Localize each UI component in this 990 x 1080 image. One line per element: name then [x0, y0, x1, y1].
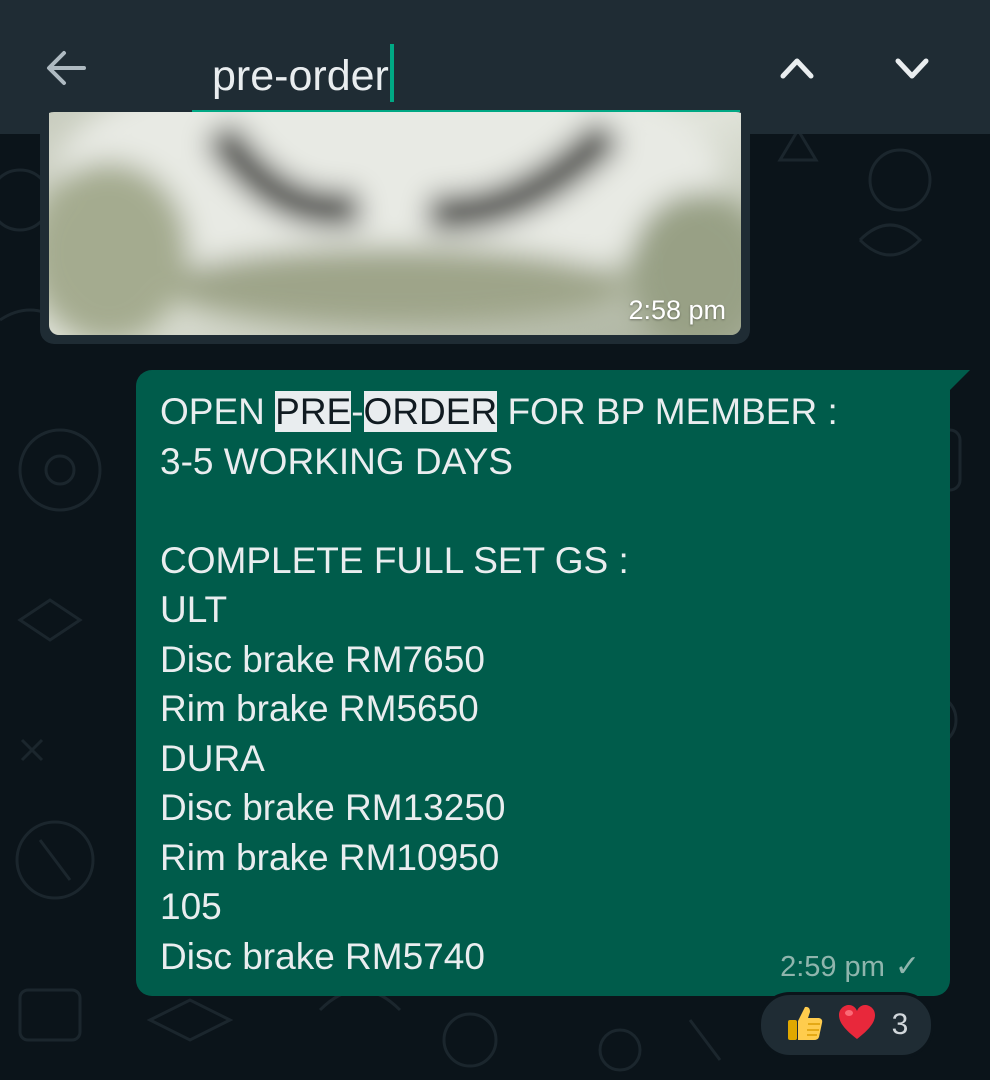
text-message[interactable]: OPEN PRE-ORDER FOR BP MEMBER : 3-5 WORKI… — [136, 370, 950, 996]
reactions-pill[interactable]: 3 — [758, 992, 934, 1058]
chevron-up-icon — [777, 48, 817, 93]
message-line: ULT — [160, 589, 228, 630]
message-line: OPEN PRE-ORDER FOR BP MEMBER : — [160, 391, 838, 432]
chevron-down-icon — [892, 48, 932, 93]
message-line: 105 — [160, 886, 222, 927]
reaction-count: 3 — [891, 1008, 909, 1041]
heart-icon — [836, 1002, 878, 1049]
message-line: COMPLETE FULL SET GS : — [160, 539, 629, 581]
message-line: Rim brake RM10950 — [160, 836, 500, 878]
search-query[interactable]: pre-order — [212, 52, 389, 100]
message-meta: 2:59 pm ✓ — [780, 949, 920, 984]
message-time: 2:59 pm — [780, 951, 885, 983]
message-line — [160, 486, 838, 536]
message-body: OPEN PRE-ORDER FOR BP MEMBER : 3-5 WORKI… — [160, 387, 838, 981]
text-caret — [389, 44, 394, 102]
back-button[interactable] — [36, 40, 96, 100]
next-result-button[interactable] — [882, 40, 942, 100]
search-input[interactable]: pre-order — [192, 30, 740, 112]
search-highlight: ORDER — [363, 391, 498, 432]
message-line: DURA — [160, 737, 265, 779]
message-line: Disc brake RM13250 — [160, 787, 506, 828]
message-line: Rim brake RM5650 — [160, 688, 479, 729]
arrow-left-icon — [44, 46, 88, 95]
image-message[interactable]: 2:58 pm — [40, 112, 750, 344]
bubble-tail — [948, 370, 970, 392]
search-highlight: PRE — [275, 391, 352, 432]
message-line: Disc brake RM5740 — [160, 935, 485, 977]
message-time: 2:58 pm — [628, 295, 726, 325]
single-check-icon: ✓ — [894, 950, 920, 983]
message-line: Disc brake RM7650 — [160, 638, 485, 680]
previous-result-button[interactable] — [767, 40, 827, 100]
message-line: 3-5 WORKING DAYS — [160, 440, 513, 482]
thumbs-up-icon — [784, 1002, 826, 1049]
